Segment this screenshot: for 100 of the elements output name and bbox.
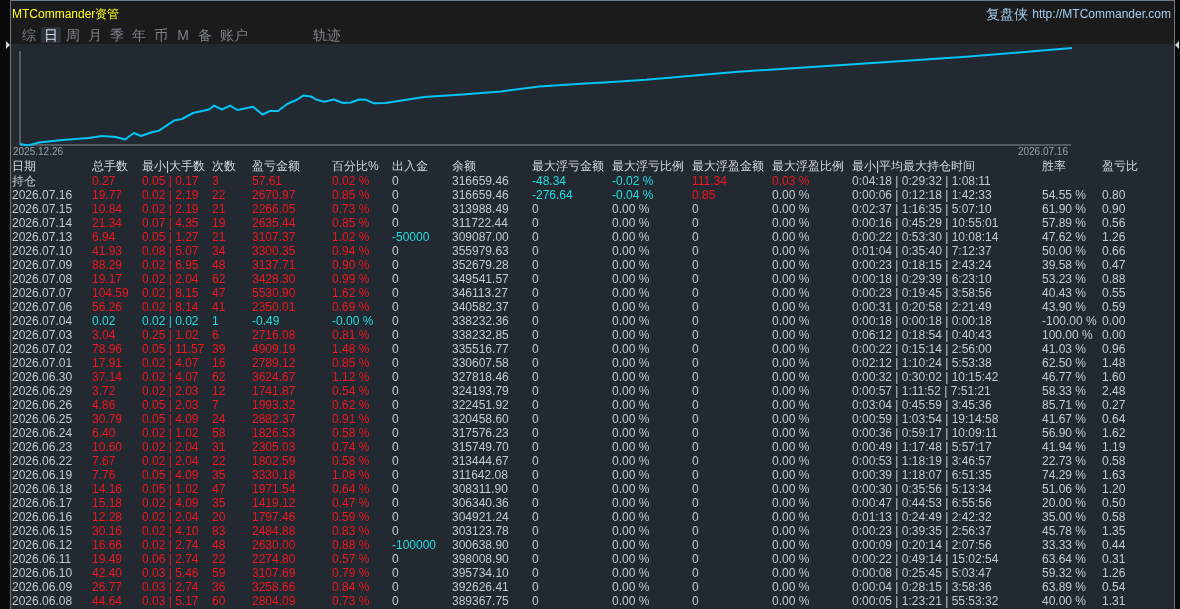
table-cell: 41.93 xyxy=(92,244,123,258)
table-cell: 0.00 % xyxy=(772,580,810,594)
table-cell: 19.17 xyxy=(92,272,123,286)
table-cell: 0:03:04 | 0:45:59 | 3:45:36 xyxy=(852,398,992,412)
tab[interactable]: 综 xyxy=(19,27,39,43)
date-cell: 2026.06.26 xyxy=(12,398,73,412)
table-cell: 3300.35 xyxy=(252,244,296,258)
table-cell: 34 xyxy=(212,244,226,258)
table-cell: 0 xyxy=(692,216,699,230)
date-cell: 2026.06.10 xyxy=(12,566,73,580)
column-header: 百分比% xyxy=(332,158,379,174)
table-cell: 300638.90 xyxy=(452,538,509,552)
table-cell: 352679.28 xyxy=(452,258,509,272)
tab[interactable]: 账户 xyxy=(217,27,251,43)
table-cell: 0.00 % xyxy=(772,454,810,468)
table-cell: 0.91 % xyxy=(332,412,370,426)
table-cell: 3 xyxy=(212,174,219,188)
table-cell: 0.03 | 2.74 xyxy=(142,580,199,594)
table-cell: 4.86 xyxy=(92,398,116,412)
table-cell: 0.00 % xyxy=(612,370,650,384)
table-cell: -100.00 % xyxy=(1042,314,1097,328)
table-cell: -0.02 % xyxy=(612,174,654,188)
date-cell: 2026.07.06 xyxy=(12,300,73,314)
tab[interactable]: 季 xyxy=(107,27,127,43)
tab[interactable]: 月 xyxy=(85,27,105,43)
table-cell: 104.59 xyxy=(92,286,129,300)
table-cell: 0.58 % xyxy=(332,426,370,440)
table-cell: 48 xyxy=(212,538,226,552)
table-cell: 0.00 % xyxy=(772,342,810,356)
table-cell: 0:02:37 | 1:16:35 | 5:07:10 xyxy=(852,202,992,216)
table-cell: 59 xyxy=(212,566,226,580)
table-cell: 335516.77 xyxy=(452,342,509,356)
tab[interactable]: 日 xyxy=(41,27,61,43)
table-cell: 0.31 xyxy=(1102,552,1126,566)
table-cell: 0.00 % xyxy=(612,314,650,328)
table-cell: 0.00 % xyxy=(772,286,810,300)
tab[interactable]: 年 xyxy=(129,27,149,43)
table-cell: 0.88 % xyxy=(332,538,370,552)
tab[interactable]: 币 xyxy=(151,27,171,43)
table-cell: 0.00 % xyxy=(772,384,810,398)
table-cell: 0.00 % xyxy=(772,370,810,384)
table-cell: 19.77 xyxy=(92,188,123,202)
column-header: 最大浮亏金额 xyxy=(532,158,604,174)
table-cell: 0 xyxy=(692,426,699,440)
table-cell: 309087.00 xyxy=(452,230,509,244)
table-cell: 0 xyxy=(532,580,539,594)
date-cell: 2026.06.19 xyxy=(12,468,73,482)
table-cell: 6.40 xyxy=(92,426,116,440)
table-cell: 39.58 % xyxy=(1042,258,1087,272)
table-cell: 56.26 xyxy=(92,300,123,314)
table-cell: 0.99 % xyxy=(332,272,370,286)
table-cell: 0 xyxy=(532,454,539,468)
table-cell: 0:00:49 | 1:17:48 | 5:57:17 xyxy=(852,440,992,454)
table-cell: 0.02 | 1.02 xyxy=(142,426,199,440)
table-cell: 17.91 xyxy=(92,356,123,370)
table-cell: 41.67 % xyxy=(1042,412,1087,426)
date-cell: 2026.06.09 xyxy=(12,580,73,594)
table-cell: 0.00 % xyxy=(612,300,650,314)
table-cell: 0.83 % xyxy=(332,524,370,538)
table-cell: 0 xyxy=(692,398,699,412)
table-cell: 340582.37 xyxy=(452,300,509,314)
table-cell: 3.72 xyxy=(92,384,116,398)
table-cell: 6 xyxy=(212,328,219,342)
table-cell: 2882.37 xyxy=(252,412,296,426)
table-cell: 88.29 xyxy=(92,258,123,272)
table-cell: 0.00 % xyxy=(612,342,650,356)
table-cell: 21 xyxy=(212,202,226,216)
table-cell: 1.60 xyxy=(1102,370,1126,384)
table-cell: 0 xyxy=(532,230,539,244)
table-cell: 0 xyxy=(392,426,399,440)
table-cell: 57.89 % xyxy=(1042,216,1087,230)
table-cell: 0.02 | 2.04 xyxy=(142,510,199,524)
triangle-icon xyxy=(6,41,10,49)
table-cell: 392626.41 xyxy=(452,580,509,594)
date-cell: 2026.06.17 xyxy=(12,496,73,510)
table-cell: 0 xyxy=(692,566,699,580)
table-cell: 0:00:22 | 0:15:14 | 2:56:00 xyxy=(852,342,992,356)
table-cell: 0 xyxy=(392,272,399,286)
table-cell: 0 xyxy=(532,356,539,370)
table-cell: 0.85 % xyxy=(332,216,370,230)
table-cell: 1971.54 xyxy=(252,482,296,496)
table-cell: 0:00:09 | 0:20:14 | 2:07:56 xyxy=(852,538,992,552)
website-link[interactable]: http://MTCommander.com xyxy=(1032,5,1171,22)
table-cell: 20 xyxy=(212,510,226,524)
table-cell: 0.02 xyxy=(92,314,116,328)
table-cell: 330607.58 xyxy=(452,356,509,370)
table-cell: -50000 xyxy=(392,230,430,244)
tab[interactable]: M xyxy=(173,27,193,43)
tab[interactable]: 备 xyxy=(195,27,215,43)
table-cell: 0 xyxy=(392,202,399,216)
table-cell: 63.89 % xyxy=(1042,580,1087,594)
table-cell: 26.77 xyxy=(92,580,123,594)
table-cell: 311722.44 xyxy=(452,216,508,230)
table-cell: 0:00:06 | 0:12:18 | 1:42:33 xyxy=(852,188,992,202)
tab[interactable]: 轨迹 xyxy=(310,27,344,43)
table-cell: 0:00:16 | 0:45:29 | 10:55:01 xyxy=(852,216,999,230)
table-cell: 1419.12 xyxy=(252,496,296,510)
table-cell: 0.03 | 5.17 xyxy=(142,594,199,608)
table-cell: 0 xyxy=(392,468,399,482)
tab[interactable]: 周 xyxy=(63,27,83,43)
